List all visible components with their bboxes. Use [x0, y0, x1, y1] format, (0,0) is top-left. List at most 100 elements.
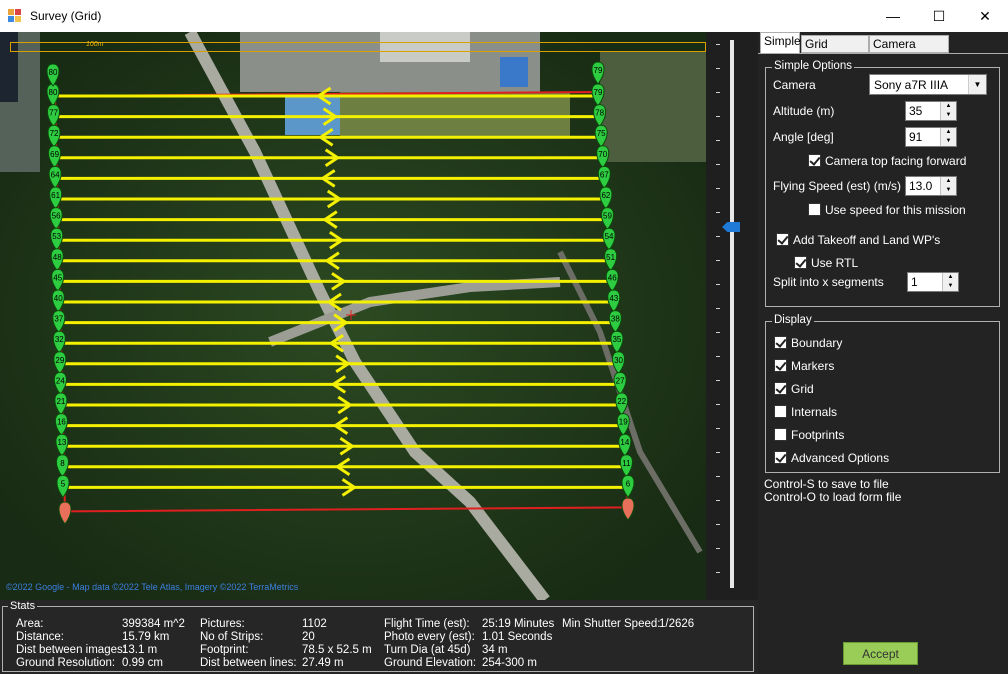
advanced-options-label: Advanced Options — [791, 451, 890, 465]
zoom-tick — [716, 548, 720, 549]
angle-stepper[interactable]: 91 ▲ ▼ — [905, 127, 957, 147]
simple-options-title: Simple Options — [772, 60, 854, 72]
internals-label: Internals — [791, 405, 838, 419]
shutter-label: Min Shutter Speed: — [562, 618, 661, 630]
waypoint-label: 51 — [606, 253, 615, 262]
footprint-value: 78.5 x 52.5 m — [302, 644, 372, 656]
waypoint-label: 40 — [54, 294, 63, 303]
spin-down-icon[interactable]: ▼ — [941, 111, 956, 120]
footprints-checkbox[interactable] — [774, 428, 787, 441]
zoom-thumb[interactable] — [722, 222, 740, 232]
camera-label: Camera — [773, 78, 816, 92]
waypoint-label: 59 — [603, 212, 612, 221]
speed-spin-buttons[interactable]: ▲ ▼ — [940, 177, 956, 195]
waypoint-label: 8 — [60, 459, 65, 468]
distance-label: Distance: — [16, 631, 64, 643]
photo-every-value: 1.01 Seconds — [482, 631, 553, 643]
load-hint: Control-O to load form file — [764, 490, 902, 504]
zoom-tick — [716, 68, 720, 69]
zoom-tick — [716, 284, 720, 285]
save-hint: Control-S to save to file — [764, 477, 889, 491]
use-rtl-checkbox[interactable] — [794, 256, 807, 269]
markers-checkbox[interactable] — [774, 359, 787, 372]
zoom-tick — [716, 476, 720, 477]
split-stepper[interactable]: 1 ▲ ▼ — [907, 272, 959, 292]
ground-res-label: Ground Resolution: — [16, 657, 116, 669]
dist-images-value: 13.1 m — [122, 644, 158, 656]
spin-up-icon[interactable]: ▲ — [941, 102, 956, 111]
angle-label: Angle [deg] — [773, 130, 834, 144]
waypoint-label: 16 — [57, 418, 66, 427]
display-title: Display — [772, 314, 814, 326]
advanced-options-checkbox[interactable] — [774, 451, 787, 464]
waypoint-label: 32 — [55, 335, 64, 344]
map-canvas[interactable]: 80 7977 7872 7569 7064 6761 6256 5953 5448 5145 46… — [0, 32, 706, 600]
waypoint-label: 35 — [612, 335, 621, 344]
tab-simple[interactable]: Simple — [760, 32, 801, 54]
use-speed-checkbox[interactable] — [808, 203, 821, 216]
camera-top-checkbox[interactable] — [808, 154, 821, 167]
spin-up-icon[interactable]: ▲ — [941, 177, 956, 186]
waypoint-label: 78 — [595, 109, 604, 118]
close-button[interactable]: ✕ — [962, 0, 1008, 32]
waypoint-label: 21 — [56, 397, 65, 406]
zoom-tick — [716, 452, 720, 453]
ground-res-value: 0.99 cm — [122, 657, 163, 669]
camera-select[interactable]: Sony a7R IIIA ▼ — [869, 74, 987, 95]
map-view[interactable]: 80 79 77 78 72 75 69 70 64 67 61 62 56 59 53 54 48 51 45 46… — [0, 32, 706, 600]
minimize-button[interactable]: — — [870, 0, 916, 32]
tab-grid-options[interactable]: Grid Options — [801, 35, 869, 65]
zoom-tick — [716, 44, 720, 45]
waypoint-label: 24 — [56, 376, 65, 385]
waypoint-label: 54 — [605, 232, 614, 241]
internals-checkbox[interactable] — [774, 405, 787, 418]
distance-value: 15.79 km — [122, 631, 170, 643]
zoom-tick — [716, 212, 720, 213]
waypoint-label: 13 — [57, 438, 66, 447]
accept-button[interactable]: Accept — [843, 642, 918, 665]
spin-up-icon[interactable]: ▲ — [941, 128, 956, 137]
display-group: Display Boundary Markers Grid Internals … — [765, 314, 1000, 473]
zoom-track[interactable] — [730, 40, 734, 588]
zoom-tick — [716, 116, 720, 117]
dist-lines-value: 27.49 m — [302, 657, 344, 669]
zoom-tick — [716, 428, 720, 429]
chevron-down-icon[interactable]: ▼ — [968, 75, 986, 94]
field-green — [340, 92, 570, 137]
dist-images-label: Dist between images: — [16, 644, 126, 656]
tab-camera-config[interactable]: Camera Config — [869, 35, 949, 65]
spin-up-icon[interactable]: ▲ — [943, 273, 958, 282]
zoom-tick — [716, 140, 720, 141]
zoom-tick — [716, 236, 720, 237]
zoom-tick — [716, 92, 720, 93]
zoom-tick — [716, 260, 720, 261]
spin-down-icon[interactable]: ▼ — [941, 186, 956, 195]
waypoint-label: 70 — [598, 150, 607, 159]
zoom-tick — [716, 188, 720, 189]
ground-elev-value: 254-300 m — [482, 657, 537, 669]
zoom-tick — [716, 356, 720, 357]
angle-spin-buttons[interactable]: ▲ ▼ — [940, 128, 956, 146]
waypoint-label: 6 — [626, 479, 631, 488]
flight-time-label: Flight Time (est): — [384, 618, 470, 630]
spin-down-icon[interactable]: ▼ — [943, 282, 958, 291]
strips-value: 20 — [302, 631, 315, 643]
app-icon — [8, 9, 22, 23]
strips-label: No of Strips: — [200, 631, 264, 643]
altitude-stepper[interactable]: 35 ▲ ▼ — [905, 101, 957, 121]
waypoint-label: 67 — [600, 170, 609, 179]
grid-checkbox[interactable] — [774, 382, 787, 395]
altitude-spin-buttons[interactable]: ▲ ▼ — [940, 102, 956, 120]
spin-down-icon[interactable]: ▼ — [941, 137, 956, 146]
split-spin-buttons[interactable]: ▲ ▼ — [942, 273, 958, 291]
maximize-button[interactable]: ☐ — [916, 0, 962, 32]
altitude-value: 35 — [909, 104, 923, 118]
waypoint-label: 29 — [55, 356, 64, 365]
waypoint-label: 69 — [50, 150, 59, 159]
boundary-checkbox[interactable] — [774, 336, 787, 349]
zoom-tick — [716, 572, 720, 573]
takeoff-land-checkbox[interactable] — [776, 233, 789, 246]
turn-dia-label: Turn Dia (at 45d) — [384, 644, 471, 656]
speed-stepper[interactable]: 13.0 ▲ ▼ — [905, 176, 957, 196]
waypoint-label: 80 — [49, 88, 58, 97]
